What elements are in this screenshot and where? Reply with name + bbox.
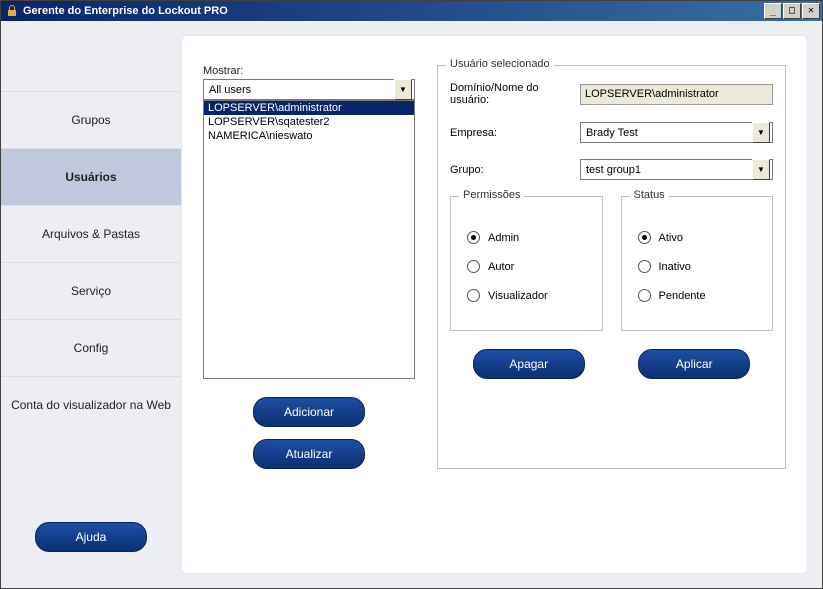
apply-button-label: Aplicar — [676, 357, 713, 371]
sidebar-item-label: Usuários — [65, 170, 116, 184]
show-select-value: All users — [206, 84, 394, 96]
sidebar-item-groups[interactable]: Grupos — [1, 91, 181, 148]
radio-icon — [467, 260, 480, 273]
add-button[interactable]: Adicionar — [253, 397, 365, 427]
chevron-down-icon[interactable]: ▼ — [752, 122, 770, 143]
sidebar-item-label: Config — [74, 341, 109, 355]
refresh-button-label: Atualizar — [286, 447, 333, 461]
close-button[interactable]: ✕ — [802, 3, 820, 19]
maximize-button[interactable]: □ — [783, 3, 801, 19]
sidebar-item-label: Grupos — [71, 113, 110, 127]
chevron-down-icon[interactable]: ▼ — [752, 159, 770, 180]
nav-group: Grupos Usuários Arquivos & Pastas Serviç… — [1, 91, 181, 433]
selected-user-fieldset: Usuário selecionado Domínio/Nome do usuá… — [437, 65, 786, 469]
list-item[interactable]: NAMERICA\nieswato — [204, 129, 414, 143]
show-select[interactable]: All users ▼ — [203, 79, 415, 100]
delete-button[interactable]: Apagar — [473, 349, 585, 379]
sidebar: Grupos Usuários Arquivos & Pastas Serviç… — [1, 21, 181, 588]
refresh-button[interactable]: Atualizar — [253, 439, 365, 469]
status-pending-radio[interactable]: Pendente — [638, 289, 757, 302]
company-select[interactable]: Brady Test ▼ — [580, 122, 773, 143]
group-select-value: test group1 — [583, 164, 752, 176]
right-column: Usuário selecionado Domínio/Nome do usuá… — [437, 65, 786, 469]
group-label: Grupo: — [450, 164, 580, 176]
radio-icon — [467, 289, 480, 302]
radio-icon — [638, 289, 651, 302]
sidebar-item-label: Arquivos & Pastas — [42, 227, 140, 241]
main-panel: Mostrar: All users ▼ LOPSERVER\administr… — [181, 35, 808, 574]
permission-author-radio[interactable]: Autor — [467, 260, 586, 273]
sidebar-item-config[interactable]: Config — [1, 319, 181, 376]
domain-user-label: Domínio/Nome do usuário: — [450, 82, 580, 106]
add-button-label: Adicionar — [284, 405, 334, 419]
status-active-radio[interactable]: Ativo — [638, 231, 757, 244]
domain-user-field: LOPSERVER\administrator — [580, 84, 773, 105]
permissions-legend: Permissões — [459, 189, 524, 201]
status-inactive-radio[interactable]: Inativo — [638, 260, 757, 273]
list-item-label: NAMERICA\nieswato — [208, 130, 313, 142]
users-listbox[interactable]: LOPSERVER\administrator LOPSERVER\sqates… — [203, 100, 415, 379]
selected-user-legend: Usuário selecionado — [446, 58, 554, 70]
radio-icon — [638, 260, 651, 273]
radio-label: Admin — [488, 232, 519, 244]
radio-label: Visualizador — [488, 290, 548, 302]
permission-admin-radio[interactable]: Admin — [467, 231, 586, 244]
list-item-label: LOPSERVER\sqatester2 — [208, 116, 329, 128]
help-button-label: Ajuda — [76, 530, 107, 544]
permission-viewer-radio[interactable]: Visualizador — [467, 289, 586, 302]
help-button[interactable]: Ajuda — [35, 522, 147, 552]
company-select-value: Brady Test — [583, 127, 752, 139]
sidebar-item-label: Serviço — [71, 284, 111, 298]
delete-button-label: Apagar — [509, 357, 548, 371]
right-button-row: Apagar Aplicar — [450, 349, 773, 379]
company-label: Empresa: — [450, 127, 580, 139]
radio-label: Pendente — [659, 290, 706, 302]
domain-user-value: LOPSERVER\administrator — [585, 88, 719, 100]
content-area: Grupos Usuários Arquivos & Pastas Serviç… — [1, 21, 822, 588]
list-item[interactable]: LOPSERVER\sqatester2 — [204, 115, 414, 129]
sidebar-item-webviewer-account[interactable]: Conta do visualizador na Web — [1, 376, 181, 433]
show-label: Mostrar: — [203, 65, 415, 77]
group-select[interactable]: test group1 ▼ — [580, 159, 773, 180]
window-title: Gerente do Enterprise do Lockout PRO — [23, 5, 763, 17]
left-column: Mostrar: All users ▼ LOPSERVER\administr… — [203, 65, 415, 469]
minimize-button[interactable]: _ — [764, 3, 782, 19]
lock-icon — [5, 4, 19, 18]
status-legend: Status — [630, 189, 669, 201]
sidebar-item-users[interactable]: Usuários — [1, 148, 181, 205]
radio-label: Inativo — [659, 261, 691, 273]
chevron-down-icon[interactable]: ▼ — [394, 79, 412, 100]
permissions-fieldset: Permissões Admin Autor Visualizador — [450, 196, 603, 331]
list-item-label: LOPSERVER\administrator — [208, 102, 342, 114]
app-window: Gerente do Enterprise do Lockout PRO _ □… — [0, 0, 823, 589]
help-button-wrap: Ajuda — [1, 504, 181, 588]
titlebar: Gerente do Enterprise do Lockout PRO _ □… — [1, 1, 822, 21]
list-item[interactable]: LOPSERVER\administrator — [204, 101, 414, 115]
sidebar-item-label: Conta do visualizador na Web — [11, 398, 171, 412]
sidebar-item-service[interactable]: Serviço — [1, 262, 181, 319]
radio-icon — [638, 231, 651, 244]
left-button-group: Adicionar Atualizar — [203, 397, 415, 469]
apply-button[interactable]: Aplicar — [638, 349, 750, 379]
sidebar-item-files-folders[interactable]: Arquivos & Pastas — [1, 205, 181, 262]
radio-label: Ativo — [659, 232, 683, 244]
radio-label: Autor — [488, 261, 514, 273]
radio-icon — [467, 231, 480, 244]
status-fieldset: Status Ativo Inativo Pendente — [621, 196, 774, 331]
